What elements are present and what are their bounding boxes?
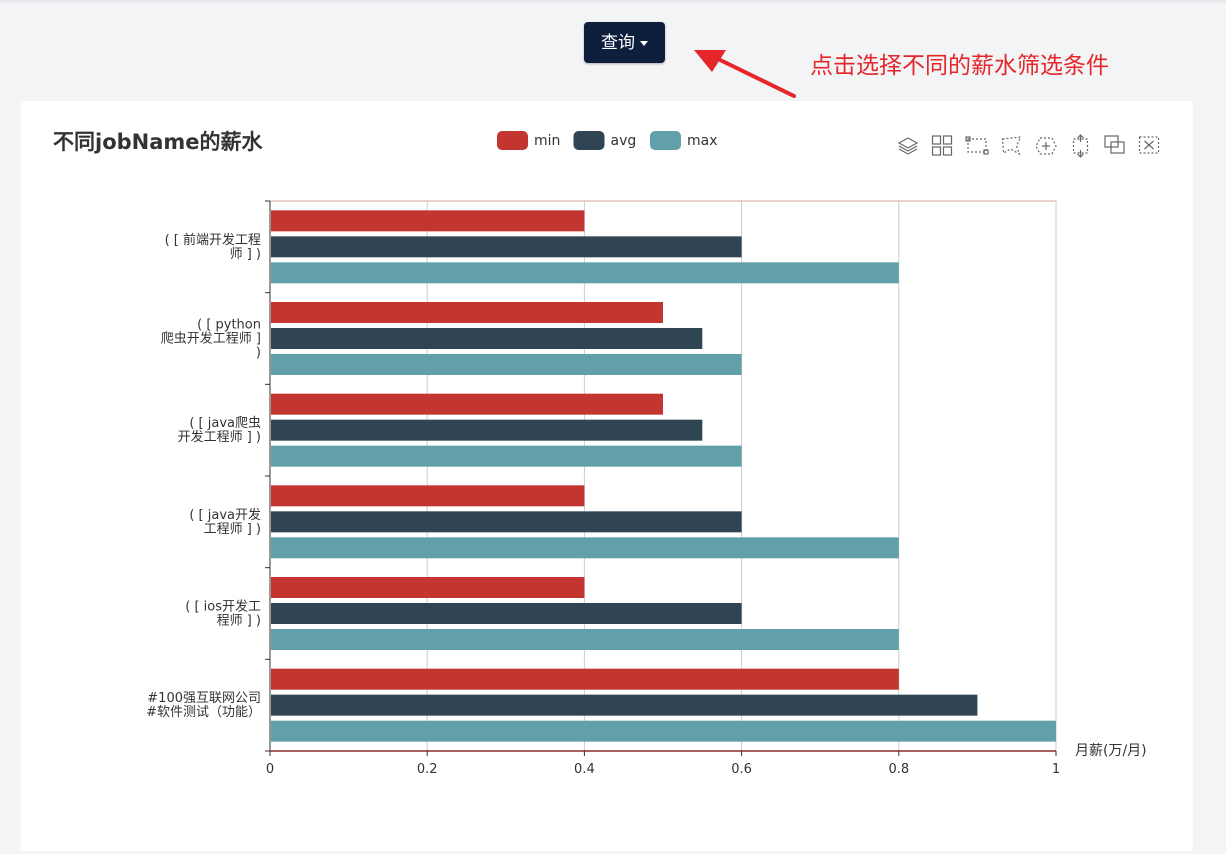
x-tick-label: 1 [1052, 762, 1060, 777]
y-category-label: ( [ 前端开发工程师 ] ) [165, 232, 261, 262]
bar-min[interactable] [271, 393, 663, 415]
x-tick-label: 0.2 [417, 762, 438, 777]
y-category-label: #100强互联网公司#软件测试（功能） [146, 691, 261, 720]
bar-avg[interactable] [271, 328, 703, 349]
query-dropdown-button[interactable]: 查询 [584, 22, 665, 63]
keep-select-icon[interactable] [1035, 137, 1057, 155]
legend-label-avg[interactable]: avg [611, 133, 637, 149]
bar-max[interactable] [271, 354, 742, 375]
zoom-reset-icon[interactable] [1138, 136, 1160, 154]
legend-swatch-avg[interactable] [573, 131, 605, 150]
bar-min[interactable] [271, 210, 585, 232]
y-axis-labels: ( [ 前端开发工程师 ] ) ( [ python 爬虫开发工程师 ]) ( [ j… [146, 232, 261, 720]
annotation-text: 点击选择不同的薪水筛选条件 [810, 53, 1109, 79]
bars [271, 210, 1056, 742]
chart-legend: min avg max [497, 131, 718, 150]
bar-max[interactable] [271, 629, 899, 650]
y-category-label: ( [ python 爬虫开发工程师 ]) [161, 318, 261, 361]
lasso-select-icon[interactable] [1001, 136, 1022, 156]
x-axis-name: 月薪(万/月) [1075, 743, 1147, 759]
bar-avg[interactable] [271, 236, 742, 258]
bar-min[interactable] [271, 577, 585, 598]
x-tick-label: 0.4 [574, 762, 595, 777]
chart-panel: 不同jobName的薪水 min avg max ( [ 前端开发工程师 ] )( … [21, 101, 1193, 851]
caret-down-icon [640, 40, 648, 46]
salary-bar-chart: 不同jobName的薪水 min avg max ( [ 前端开发工程师 ] )( … [53, 130, 1160, 777]
bar-min[interactable] [271, 485, 585, 507]
x-tick-label: 0 [266, 762, 274, 777]
legend-swatch-max[interactable] [650, 131, 681, 150]
bar-min[interactable] [271, 668, 899, 690]
rect-select-icon[interactable] [965, 136, 989, 155]
y-category-label: ( [ ios开发工程师 ] ) [185, 599, 261, 629]
x-tick-label: 0.8 [888, 762, 909, 777]
x-axis-labels: 0 0.2 0.4 0.6 0.8 1 [266, 762, 1060, 777]
legend-label-max[interactable]: max [687, 133, 718, 149]
bar-avg[interactable] [271, 603, 742, 624]
annotation-arrow-icon [694, 50, 796, 98]
bar-avg[interactable] [271, 694, 978, 716]
tiled-icon[interactable] [931, 135, 953, 156]
clear-select-icon[interactable] [1072, 134, 1089, 158]
chart-toolbox [897, 134, 1160, 158]
bar-max[interactable] [271, 720, 1056, 742]
bar-max[interactable] [271, 537, 899, 559]
grid-lines [270, 200, 1057, 751]
y-category-label: ( [ java爬虫开发工程师 ] ) [178, 416, 261, 445]
bar-avg[interactable] [271, 419, 703, 441]
bar-max[interactable] [271, 262, 899, 284]
bar-min[interactable] [271, 302, 663, 323]
x-tick-label: 0.6 [731, 762, 752, 777]
zoom-icon[interactable] [1104, 135, 1125, 154]
chart-title: 不同jobName的薪水 [53, 130, 264, 154]
y-category-label: ( [ java开发工程师 ] ) [189, 507, 261, 537]
legend-label-min[interactable]: min [534, 133, 560, 149]
stack-icon[interactable] [897, 137, 919, 155]
query-button-label: 查询 [601, 33, 635, 53]
legend-swatch-min[interactable] [497, 131, 528, 150]
bar-avg[interactable] [271, 511, 742, 533]
top-bar [0, 0, 1226, 4]
bar-max[interactable] [271, 445, 742, 467]
